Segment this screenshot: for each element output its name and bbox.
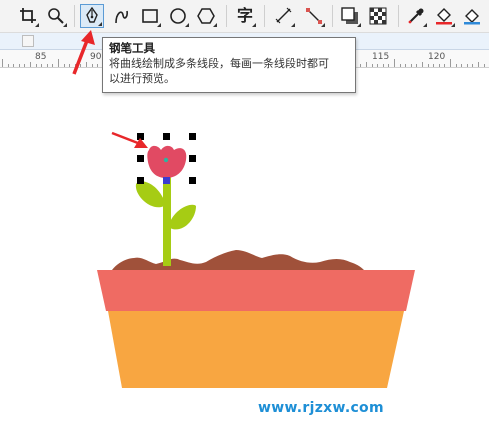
- ruler-tick: [450, 59, 451, 67]
- ruler-tick: [444, 64, 445, 67]
- ruler-label: 115: [372, 52, 390, 62]
- ruler-tick: [383, 64, 384, 67]
- ruler-tick: [2, 59, 3, 67]
- ruler-tick: [394, 59, 395, 67]
- selection-handle[interactable]: [137, 155, 144, 162]
- ruler-tick: [58, 59, 59, 67]
- flyout-indicator: [423, 23, 427, 27]
- ruler-tick: [388, 64, 389, 67]
- ruler-tick: [360, 64, 361, 67]
- ruler-tick: [484, 64, 485, 67]
- toolbar-separator: [226, 5, 227, 27]
- pen-tool-tooltip: 钢笔工具 将曲线绘制成多条线段，每画一条线段时都可 以进行预览。: [102, 37, 356, 93]
- bspline-tool-button[interactable]: [110, 4, 134, 28]
- flyout-indicator: [451, 23, 455, 27]
- flyout-indicator: [213, 23, 217, 27]
- smart-fill-tool-button[interactable]: [460, 4, 484, 28]
- tooltip-title: 钢笔工具: [109, 41, 155, 55]
- plant-leaf-left[interactable]: [135, 181, 164, 208]
- toolbar-separator: [398, 5, 399, 27]
- flyout-indicator: [185, 23, 189, 27]
- ruler-tick: [372, 64, 373, 67]
- ruler-tick: [24, 64, 25, 67]
- ruler-tick: [377, 64, 378, 67]
- ruler-tick: [47, 64, 48, 67]
- text-tool-button[interactable]: 字: [233, 4, 257, 28]
- ruler-tick: [467, 64, 468, 67]
- ruler-tick: [478, 62, 479, 67]
- ruler-tick: [30, 62, 31, 67]
- ruler-tick: [52, 64, 53, 67]
- flyout-indicator: [157, 23, 161, 27]
- rectangle-tool-button[interactable]: [138, 4, 162, 28]
- ruler-label: 85: [35, 52, 47, 62]
- ellipse-tool-button[interactable]: [166, 4, 190, 28]
- text-icon: 字: [236, 6, 253, 25]
- watermark-text: www.rjzxw.com: [258, 400, 384, 416]
- drop-shadow-tool-button[interactable]: [338, 4, 362, 28]
- pen-tool-button[interactable]: [80, 4, 104, 28]
- drawing-canvas[interactable]: [0, 68, 489, 446]
- selection-handle[interactable]: [163, 133, 170, 140]
- flower-center-point: [163, 157, 169, 163]
- toolbar-separator: [332, 5, 333, 27]
- transparency-icon: [369, 7, 387, 25]
- ruler-tick: [428, 64, 429, 67]
- eyedropper-tool-button[interactable]: [404, 4, 428, 28]
- transparency-tool-button[interactable]: [366, 4, 390, 28]
- selection-handle[interactable]: [189, 133, 196, 140]
- curve-icon: [115, 10, 128, 24]
- selection-handle[interactable]: [189, 177, 196, 184]
- ruler-tick: [416, 64, 417, 67]
- ruler-tick: [405, 64, 406, 67]
- fill-tool-button[interactable]: [432, 4, 456, 28]
- ruler-tick: [433, 64, 434, 67]
- toolbar-separator: [74, 5, 75, 27]
- annotation-arrow: [72, 30, 95, 75]
- pot-body[interactable]: [108, 311, 404, 388]
- smart-fill-icon: [464, 9, 480, 25]
- flyout-indicator: [98, 22, 102, 26]
- ruler-tick: [400, 64, 401, 67]
- selection-handle[interactable]: [189, 155, 196, 162]
- ruler-tick: [456, 64, 457, 67]
- ruler-tick: [19, 64, 20, 67]
- selection-handle[interactable]: [137, 177, 144, 184]
- dimension-tool-button[interactable]: [272, 4, 296, 28]
- ruler-tick: [439, 64, 440, 67]
- crop-tool-button[interactable]: [16, 4, 40, 28]
- toolbar-separator: [264, 5, 265, 27]
- plant-leaf-right[interactable]: [170, 204, 196, 230]
- flyout-indicator: [357, 23, 361, 27]
- ruler-tick: [64, 64, 65, 67]
- pot-rim[interactable]: [97, 270, 415, 311]
- ruler-tick: [366, 62, 367, 67]
- flyout-indicator: [321, 23, 325, 27]
- ruler-tick: [472, 64, 473, 67]
- polygon-tool-button[interactable]: [194, 4, 218, 28]
- tooltip-description: 将曲线绘制成多条线段，每画一条线段时都可: [109, 57, 329, 70]
- soil-shape[interactable]: [112, 250, 364, 270]
- ruler-label: 120: [428, 52, 446, 62]
- ruler-tick: [13, 64, 14, 67]
- ruler-tick: [41, 64, 42, 67]
- connector-tool-button[interactable]: [302, 4, 326, 28]
- ruler-tick: [411, 64, 412, 67]
- flyout-indicator: [291, 23, 295, 27]
- flyout-indicator: [63, 23, 67, 27]
- zoom-tool-button[interactable]: [44, 4, 68, 28]
- path-node-handle[interactable]: [163, 177, 170, 184]
- ruler-tick: [36, 64, 37, 67]
- ruler-tick: [8, 64, 9, 67]
- flyout-indicator: [252, 23, 256, 27]
- ruler-tick: [461, 64, 462, 67]
- flyout-indicator: [35, 23, 39, 27]
- ruler-tick: [422, 62, 423, 67]
- tooltip-description: 以进行预览。: [109, 72, 175, 85]
- page-icon[interactable]: [22, 35, 34, 47]
